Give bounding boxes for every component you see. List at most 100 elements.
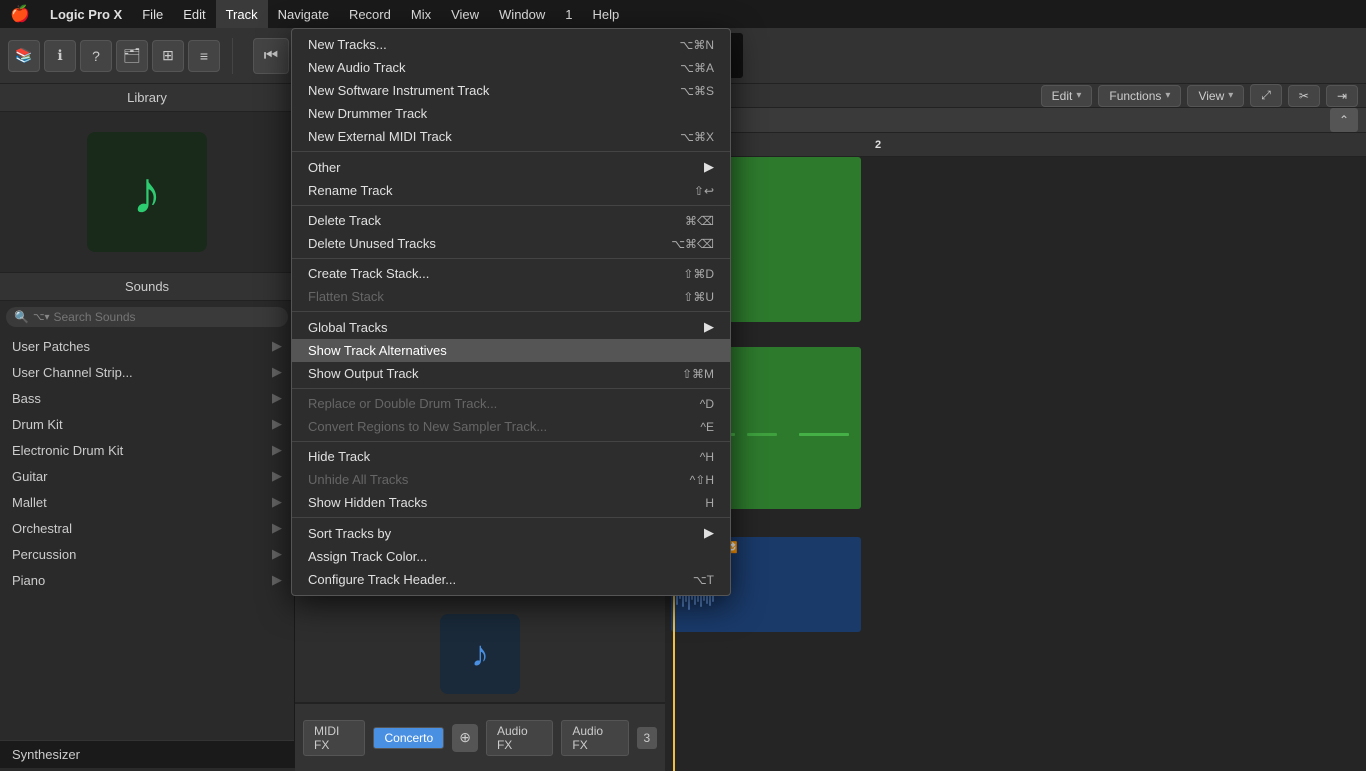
audio-fx-2-slot[interactable]: Audio FX [561,720,628,756]
sounds-item-orchestral[interactable]: Orchestral ▶ [0,515,294,541]
dropdown-new-tracks-shortcut: ⌥⌘N [680,38,715,52]
info-icon[interactable]: ℹ [44,40,76,72]
dropdown-global-tracks-arrow: ▶ [704,319,714,335]
dropdown-show-output-track-shortcut: ⇧⌘M [682,367,714,381]
trim-button[interactable]: ⇥ [1326,85,1358,107]
audio-fx-1-slot[interactable]: Audio FX [486,720,553,756]
concerto-slot[interactable]: Concerto [373,727,444,749]
sounds-item-drum-kit[interactable]: Drum Kit ▶ [0,411,294,437]
dropdown-global-tracks[interactable]: Global Tracks ▶ [292,315,730,339]
dropdown-new-drummer-track[interactable]: New Drummer Track [292,102,730,125]
zoom-fit-button[interactable]: ⤢ [1250,84,1282,107]
dropdown-convert-regions-shortcut: ^E [700,420,714,434]
dropdown-configure-track-header[interactable]: Configure Track Header... ⌥T [292,568,730,591]
sounds-item-electronic-drum-kit-label: Electronic Drum Kit [12,443,123,458]
dropdown-new-software-instrument-label: New Software Instrument Track [308,83,660,98]
dropdown-flatten-stack-label: Flatten Stack [308,289,663,304]
sounds-item-user-channel-strip-label: User Channel Strip... [12,365,133,380]
search-bar[interactable]: 🔍 ⌥▾ [6,307,288,327]
browser-icon[interactable]: 🗂 [116,40,148,72]
search-input[interactable] [54,310,281,324]
plugin-link-button[interactable]: ⊕ [452,724,478,752]
menu-edit[interactable]: Edit [173,0,215,28]
library-header-label: Library [127,90,167,105]
timeline-ruler: 1 2 [665,133,1366,157]
menu-help[interactable]: Help [583,0,630,28]
dropdown-show-track-alternatives[interactable]: Show Track Alternatives [292,339,730,362]
search-filter-icon[interactable]: ⌥▾ [33,312,50,323]
sounds-item-mallet[interactable]: Mallet ▶ [0,489,294,515]
dropdown-new-audio-track-label: New Audio Track [308,60,660,75]
sounds-item-percussion[interactable]: Percussion ▶ [0,541,294,567]
apple-logo-icon[interactable]: 🍎 [0,4,40,24]
app-name-menu[interactable]: Logic Pro X [40,0,132,28]
dropdown-unhide-all-tracks-shortcut: ^⇧H [690,473,714,487]
dropdown-replace-double-drum: Replace or Double Drum Track... ^D [292,392,730,415]
sounds-item-guitar-label: Guitar [12,469,47,484]
edit-menu-button[interactable]: Edit ▾ [1041,85,1093,107]
midi-fx-slot[interactable]: MIDI FX [303,720,365,756]
synthesizer-footer: Synthesizer [0,740,294,768]
sounds-item-bass[interactable]: Bass ▶ [0,385,294,411]
library-panel: Library ♪ Sounds 🔍 ⌥▾ User Patches ▶ Use… [0,84,295,768]
menu-track[interactable]: Track [216,0,268,28]
dropdown-create-track-stack[interactable]: Create Track Stack... ⇧⌘D [292,262,730,285]
functions-menu-button[interactable]: Functions ▾ [1098,85,1181,107]
library-icon[interactable]: 📚 [8,40,40,72]
menu-window[interactable]: Window [489,0,555,28]
dropdown-create-track-stack-label: Create Track Stack... [308,266,663,281]
dropdown-configure-track-header-shortcut: ⌥T [693,573,714,587]
dropdown-sort-tracks-arrow: ▶ [704,525,714,541]
dropdown-rename-track-shortcut: ⇧↩ [694,184,714,198]
dropdown-new-tracks[interactable]: New Tracks... ⌥⌘N [292,33,730,56]
dropdown-rename-track[interactable]: Rename Track ⇧↩ [292,179,730,202]
dropdown-show-track-alternatives-label: Show Track Alternatives [308,343,694,358]
sounds-item-user-patches[interactable]: User Patches ▶ [0,333,294,359]
sounds-item-piano[interactable]: Piano ▶ [0,567,294,593]
track-dropdown-menu: New Tracks... ⌥⌘N New Audio Track ⌥⌘A Ne… [291,28,731,596]
dropdown-show-hidden-tracks[interactable]: Show Hidden Tracks H [292,491,730,514]
dropdown-delete-unused-tracks[interactable]: Delete Unused Tracks ⌥⌘⌫ [292,232,730,255]
menu-mix[interactable]: Mix [401,0,441,28]
dropdown-new-external-midi[interactable]: New External MIDI Track ⌥⌘X [292,125,730,148]
rewind-to-start-button[interactable]: ⏮ [253,38,289,74]
dropdown-hide-track[interactable]: Hide Track ^H [292,445,730,468]
edit-menu-chevron-icon: ▾ [1076,90,1081,101]
smart-controls-icon[interactable]: ⊞ [152,40,184,72]
dropdown-delete-track[interactable]: Delete Track ⌘⌫ [292,209,730,232]
sounds-item-mallet-label: Mallet [12,495,47,510]
sounds-item-electronic-drum-kit[interactable]: Electronic Drum Kit ▶ [0,437,294,463]
dropdown-convert-regions: Convert Regions to New Sampler Track... … [292,415,730,438]
menu-record[interactable]: Record [339,0,401,28]
dropdown-new-drummer-track-label: New Drummer Track [308,106,694,121]
sounds-item-guitar[interactable]: Guitar ▶ [0,463,294,489]
view-menu-button[interactable]: View ▾ [1187,85,1244,107]
mixer-icon[interactable]: ≡ [188,40,220,72]
dropdown-delete-unused-tracks-shortcut: ⌥⌘⌫ [671,237,714,251]
dropdown-sort-tracks-by[interactable]: Sort Tracks by ▶ [292,521,730,545]
dropdown-other[interactable]: Other ▶ [292,155,730,179]
menu-1[interactable]: 1 [555,0,582,28]
dropdown-delete-track-label: Delete Track [308,213,665,228]
menu-file[interactable]: File [132,0,173,28]
help-icon[interactable]: ? [80,40,112,72]
sounds-item-user-channel-strip[interactable]: User Channel Strip... ▶ [0,359,294,385]
menu-view[interactable]: View [441,0,489,28]
sounds-item-piano-arrow-icon: ▶ [272,572,282,588]
view-menu-chevron-icon: ▾ [1228,90,1233,101]
menu-navigate[interactable]: Navigate [268,0,339,28]
ruler-marker-2: 2 [875,133,881,156]
dropdown-assign-track-color[interactable]: Assign Track Color... [292,545,730,568]
dropdown-other-arrow: ▶ [704,159,714,175]
dropdown-other-label: Other [308,160,704,175]
expand-tracks-button[interactable]: ⌃ [1330,108,1358,132]
zoom-scissors-button[interactable]: ✂ [1288,85,1320,107]
sounds-header-label: Sounds [125,279,169,294]
sounds-item-user-patches-label: User Patches [12,339,90,354]
dropdown-new-audio-track[interactable]: New Audio Track ⌥⌘A [292,56,730,79]
sounds-item-orchestral-label: Orchestral [12,521,72,536]
dropdown-create-track-stack-shortcut: ⇧⌘D [683,267,714,281]
dropdown-show-output-track[interactable]: Show Output Track ⇧⌘M [292,362,730,385]
dropdown-new-software-instrument[interactable]: New Software Instrument Track ⌥⌘S [292,79,730,102]
sounds-item-orchestral-arrow-icon: ▶ [272,520,282,536]
